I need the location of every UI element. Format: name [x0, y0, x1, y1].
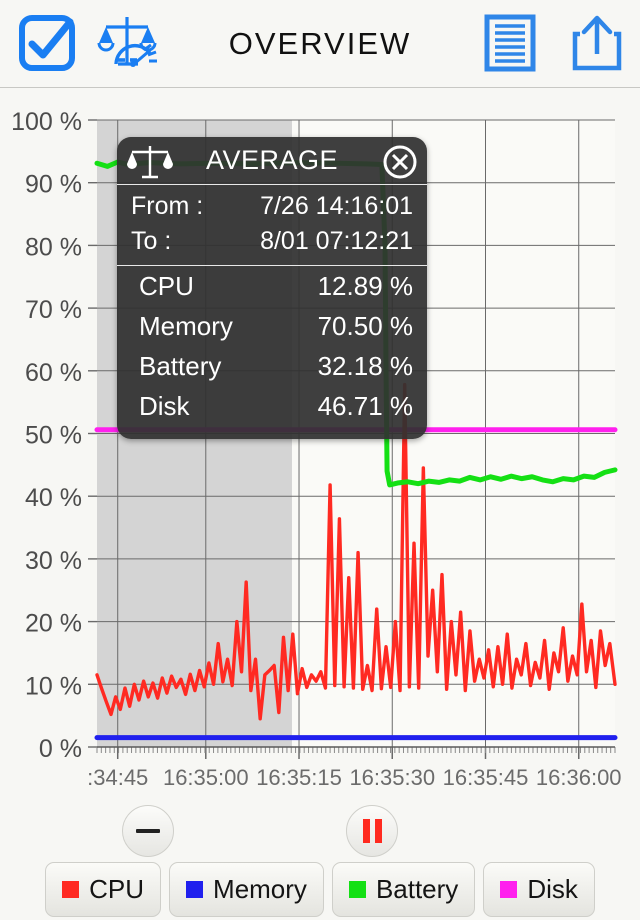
pause-button[interactable]	[346, 805, 398, 857]
y-tick-label: 70 %	[25, 296, 82, 324]
x-tick-label: 16:35:30	[349, 765, 435, 790]
share-upload-icon[interactable]	[570, 14, 624, 72]
app-header: OVERVIEW	[0, 0, 640, 88]
scale-gauge-icon[interactable]	[96, 14, 160, 72]
y-tick-label: 0 %	[39, 735, 82, 763]
average-popup-title: AVERAGE	[205, 145, 339, 175]
x-tick-label: 16:35:00	[163, 765, 249, 790]
average-time-range: From : 7/26 14:16:01 To : 8/01 07:12:21	[117, 185, 427, 266]
x-tick-label: 16:35:45	[443, 765, 529, 790]
y-tick-label: 90 %	[25, 171, 82, 199]
average-to-label: To :	[131, 227, 172, 255]
average-stat-row: CPU 12.89 %	[117, 266, 427, 306]
average-from-label: From :	[131, 192, 204, 220]
average-stat-value: 46.71 %	[317, 391, 413, 421]
legend-item-cpu[interactable]: CPU	[45, 862, 162, 917]
x-tick-label: 16:36:00	[536, 765, 622, 790]
y-tick-label: 100 %	[11, 108, 82, 136]
average-stat-value: 12.89 %	[317, 271, 413, 301]
legend-swatch-battery	[348, 881, 366, 898]
average-stat-label: Disk	[139, 391, 190, 421]
balance-scale-icon	[127, 143, 173, 186]
average-stat-row: Disk 46.71 %	[117, 386, 427, 426]
legend-swatch-cpu	[62, 881, 80, 898]
legend-label-disk: Disk	[527, 874, 578, 904]
overview-screen: OVERVIEW 0 % 10 % 20 % 30 % 40 % 50 % 60 % 70 %…	[0, 0, 640, 920]
minus-icon	[136, 829, 160, 833]
legend-label-memory: Memory	[213, 874, 307, 904]
legend-label-battery: Battery	[375, 874, 459, 904]
checkbox-checked-icon[interactable]	[18, 14, 76, 72]
y-tick-label: 50 %	[25, 422, 82, 450]
average-from-row: From : 7/26 14:16:01	[117, 189, 427, 224]
average-stat-label: Battery	[139, 351, 222, 381]
x-tick-label: 16:35:15	[256, 765, 342, 790]
y-tick-label: 60 %	[25, 359, 82, 387]
y-tick-label: 30 %	[25, 547, 82, 575]
average-stat-value: 70.50 %	[317, 311, 413, 341]
average-stat-label: Memory	[139, 311, 233, 341]
average-popup-header: AVERAGE	[117, 137, 427, 185]
chart-legend: CPU Memory Battery Disk	[0, 862, 640, 917]
average-stat-row: Memory 70.50 %	[117, 306, 427, 346]
close-circle-icon[interactable]	[381, 143, 419, 186]
average-stat-value: 32.18 %	[317, 351, 413, 381]
y-tick-label: 80 %	[25, 233, 82, 261]
x-tick-label: :34:45	[87, 765, 148, 790]
legend-swatch-memory	[186, 881, 204, 898]
average-from-value: 7/26 14:16:01	[260, 192, 413, 220]
y-tick-label: 10 %	[25, 672, 82, 700]
legend-item-battery[interactable]: Battery	[331, 862, 476, 917]
average-to-row: To : 8/01 07:12:21	[117, 224, 427, 259]
average-popup[interactable]: AVERAGE From : 7/26 14:16:01 To : 8/01 0…	[117, 137, 427, 439]
average-to-value: 8/01 07:12:21	[246, 227, 413, 255]
y-tick-label: 20 %	[25, 610, 82, 638]
average-popup-body: From : 7/26 14:16:01 To : 8/01 07:12:21 …	[117, 185, 427, 426]
zoom-out-button[interactable]	[122, 805, 174, 857]
average-stat-row: Battery 32.18 %	[117, 346, 427, 386]
log-document-icon[interactable]	[484, 14, 536, 72]
legend-item-memory[interactable]: Memory	[169, 862, 324, 917]
legend-label-cpu: CPU	[89, 874, 145, 904]
average-stat-label: CPU	[139, 271, 194, 301]
pause-icon	[362, 819, 382, 843]
legend-item-disk[interactable]: Disk	[483, 862, 595, 917]
y-tick-label: 40 %	[25, 484, 82, 512]
legend-swatch-disk	[500, 881, 518, 898]
